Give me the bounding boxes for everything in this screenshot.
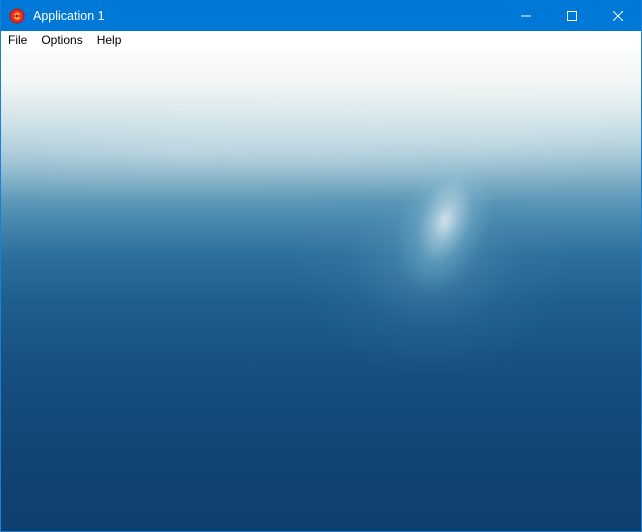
close-icon: [613, 10, 623, 21]
menu-options[interactable]: Options: [34, 31, 89, 50]
app-icon[interactable]: [9, 8, 25, 24]
render-viewport[interactable]: [1, 50, 641, 531]
minimize-icon: [521, 11, 531, 21]
title-bar[interactable]: Application 1: [1, 0, 641, 31]
menu-help[interactable]: Help: [90, 31, 129, 50]
maximize-button[interactable]: [549, 0, 595, 31]
menu-bar: File Options Help: [1, 31, 641, 51]
window-title: Application 1: [33, 8, 105, 23]
close-button[interactable]: [595, 0, 641, 31]
maximize-icon: [567, 10, 577, 21]
fog-layer: [1, 90, 641, 210]
application-window: Application 1 File Options Help: [0, 0, 642, 532]
menu-file[interactable]: File: [1, 31, 34, 50]
minimize-button[interactable]: [503, 0, 549, 31]
